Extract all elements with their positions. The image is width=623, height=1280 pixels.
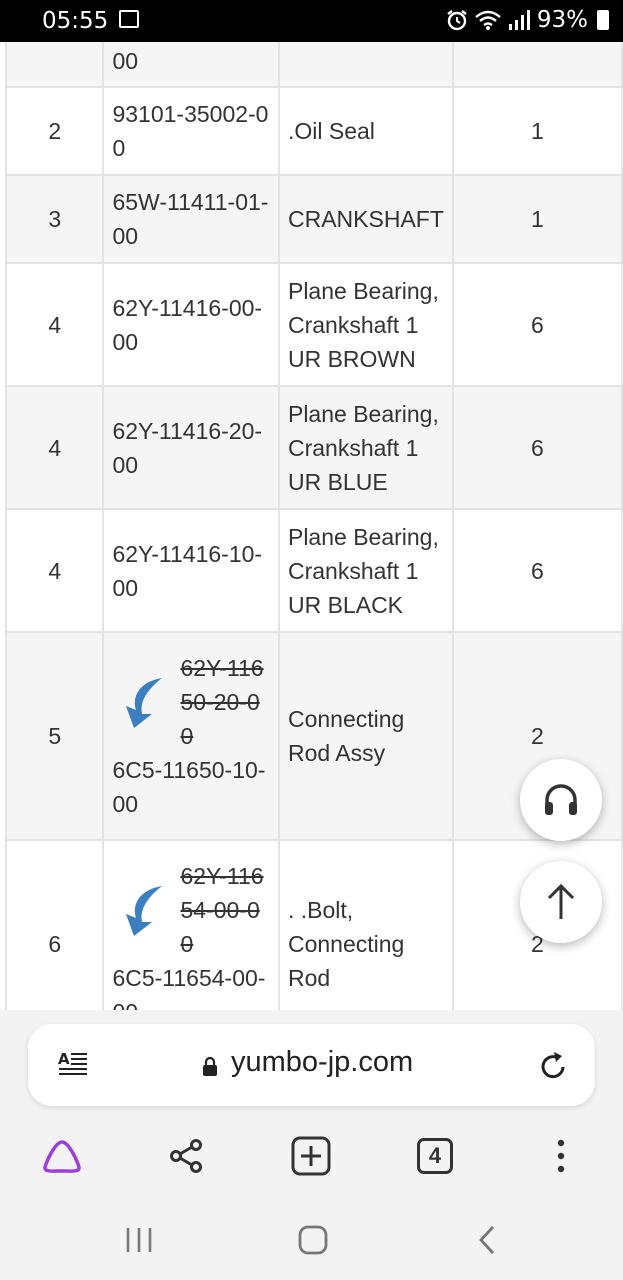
cell-no	[4, 42, 105, 88]
cell-name: Plane Bearing, Crankshaft 1 UR BROWN	[277, 262, 454, 387]
cell-qty	[451, 42, 623, 88]
url-text[interactable]: yumbo-jp.com	[231, 1046, 413, 1079]
cell-name: Connecting Rod Assy	[277, 631, 454, 841]
scroll-to-top-button[interactable]	[520, 861, 602, 943]
status-icons: 93%	[446, 7, 609, 33]
old-part-number[interactable]: 62Y-11654-00-00	[180, 859, 266, 961]
cell-qty: 6	[451, 508, 623, 633]
cell-no: 5	[4, 631, 105, 841]
recent-apps-button[interactable]	[124, 1222, 154, 1258]
share-icon	[170, 1139, 202, 1173]
cell-part-number: 62Y-11416-00-00	[102, 262, 280, 387]
cell-no: 4	[4, 508, 105, 633]
lock-icon	[203, 1057, 217, 1076]
cell-no: 4	[4, 262, 105, 387]
arrow-up-icon	[547, 883, 575, 919]
cell-qty: 6	[451, 385, 623, 510]
cell-qty: 1	[451, 86, 623, 176]
reader-mode-icon[interactable]: A	[58, 1050, 88, 1078]
cell-part-number: 65W-11411-01-00	[102, 174, 280, 264]
back-icon	[479, 1226, 495, 1254]
cell-no: 4	[4, 385, 105, 510]
cell-name: Plane Bearing, Crankshaft 1 UR BLACK	[277, 508, 454, 633]
more-menu-button[interactable]	[533, 1128, 589, 1184]
headset-icon	[545, 784, 577, 815]
table-row: 4 62Y-11416-00-00 Plane Bearing, Cranksh…	[4, 262, 623, 387]
tabs-count: 4	[417, 1138, 453, 1174]
signal-icon	[508, 10, 530, 30]
plus-square-icon	[291, 1136, 331, 1176]
share-button[interactable]	[158, 1128, 214, 1184]
assistant-button[interactable]	[34, 1128, 90, 1184]
cell-qty: 6	[451, 262, 623, 387]
cell-no: 2	[4, 86, 105, 176]
cell-qty: 1	[451, 174, 623, 264]
alarm-icon	[447, 10, 467, 31]
old-part-number[interactable]: 62Y-11650-20-00	[180, 651, 266, 753]
recent-apps-icon	[126, 1228, 152, 1252]
curved-arrow-icon	[126, 886, 163, 936]
status-bar: 05:55 93%	[0, 0, 623, 42]
status-time: 05:55	[42, 8, 109, 34]
assistant-icon	[43, 1140, 81, 1173]
svg-text:A: A	[58, 1050, 70, 1068]
table-row: 4 62Y-11416-10-00 Plane Bearing, Cranksh…	[4, 508, 623, 633]
table-row: 00	[4, 42, 623, 88]
cell-part-number: 62Y-11654-00-00 6C5-11654-00-00	[102, 839, 280, 1010]
cell-name: Plane Bearing, Crankshaft 1 UR BLUE	[277, 385, 454, 510]
tabs-button[interactable]: 4	[407, 1128, 463, 1184]
gallery-notification-icon	[119, 10, 139, 28]
table-row: 3 65W-11411-01-00 CRANKSHAFT 1	[4, 174, 623, 264]
superseded-part: 62Y-11654-00-00	[112, 859, 270, 961]
parts-table: 00 2 93101-35002-00 .Oil Seal 1 3 65W-11…	[4, 42, 623, 1010]
new-part-number[interactable]: 6C5-11654-00-00	[112, 961, 270, 1010]
home-icon	[298, 1225, 328, 1255]
cell-no: 3	[4, 174, 105, 264]
table-row: 2 93101-35002-00 .Oil Seal 1	[4, 86, 623, 176]
table-row: 4 62Y-11416-20-00 Plane Bearing, Cranksh…	[4, 385, 623, 510]
browser-bottom-bar: A yumbo-jp.com 4	[0, 1010, 623, 1280]
cell-part-number: 62Y-11650-20-00 6C5-11650-10-00	[102, 631, 280, 841]
cell-part-number: 62Y-11416-10-00	[102, 508, 280, 633]
browser-toolbar: 4	[0, 1128, 623, 1184]
more-vertical-icon	[557, 1139, 565, 1173]
cell-name: . .Bolt, Connecting Rod	[277, 839, 454, 1010]
reload-icon[interactable]	[537, 1050, 569, 1082]
headset-button[interactable]	[520, 759, 602, 841]
battery-percent: 93%	[536, 7, 588, 33]
parts-table-viewport[interactable]: 00 2 93101-35002-00 .Oil Seal 1 3 65W-11…	[0, 42, 623, 1010]
cell-part-number: 93101-35002-00	[102, 86, 280, 176]
cell-name: CRANKSHAFT	[277, 174, 454, 264]
new-tab-button[interactable]	[283, 1128, 339, 1184]
cell-no: 6	[4, 839, 105, 1010]
cell-part-number: 62Y-11416-20-00	[102, 385, 280, 510]
superseded-part: 62Y-11650-20-00	[112, 651, 270, 753]
address-bar[interactable]: A yumbo-jp.com	[28, 1024, 595, 1106]
back-button[interactable]	[474, 1222, 500, 1258]
wifi-icon	[475, 10, 501, 30]
new-part-number[interactable]: 6C5-11650-10-00	[112, 753, 270, 821]
system-nav-bar	[0, 1210, 623, 1270]
cell-name	[277, 42, 454, 88]
home-button[interactable]	[296, 1222, 330, 1258]
curved-arrow-icon	[126, 678, 163, 728]
cell-name: .Oil Seal	[277, 86, 454, 176]
cell-part-number: 00	[102, 42, 280, 88]
battery-icon	[597, 10, 609, 30]
